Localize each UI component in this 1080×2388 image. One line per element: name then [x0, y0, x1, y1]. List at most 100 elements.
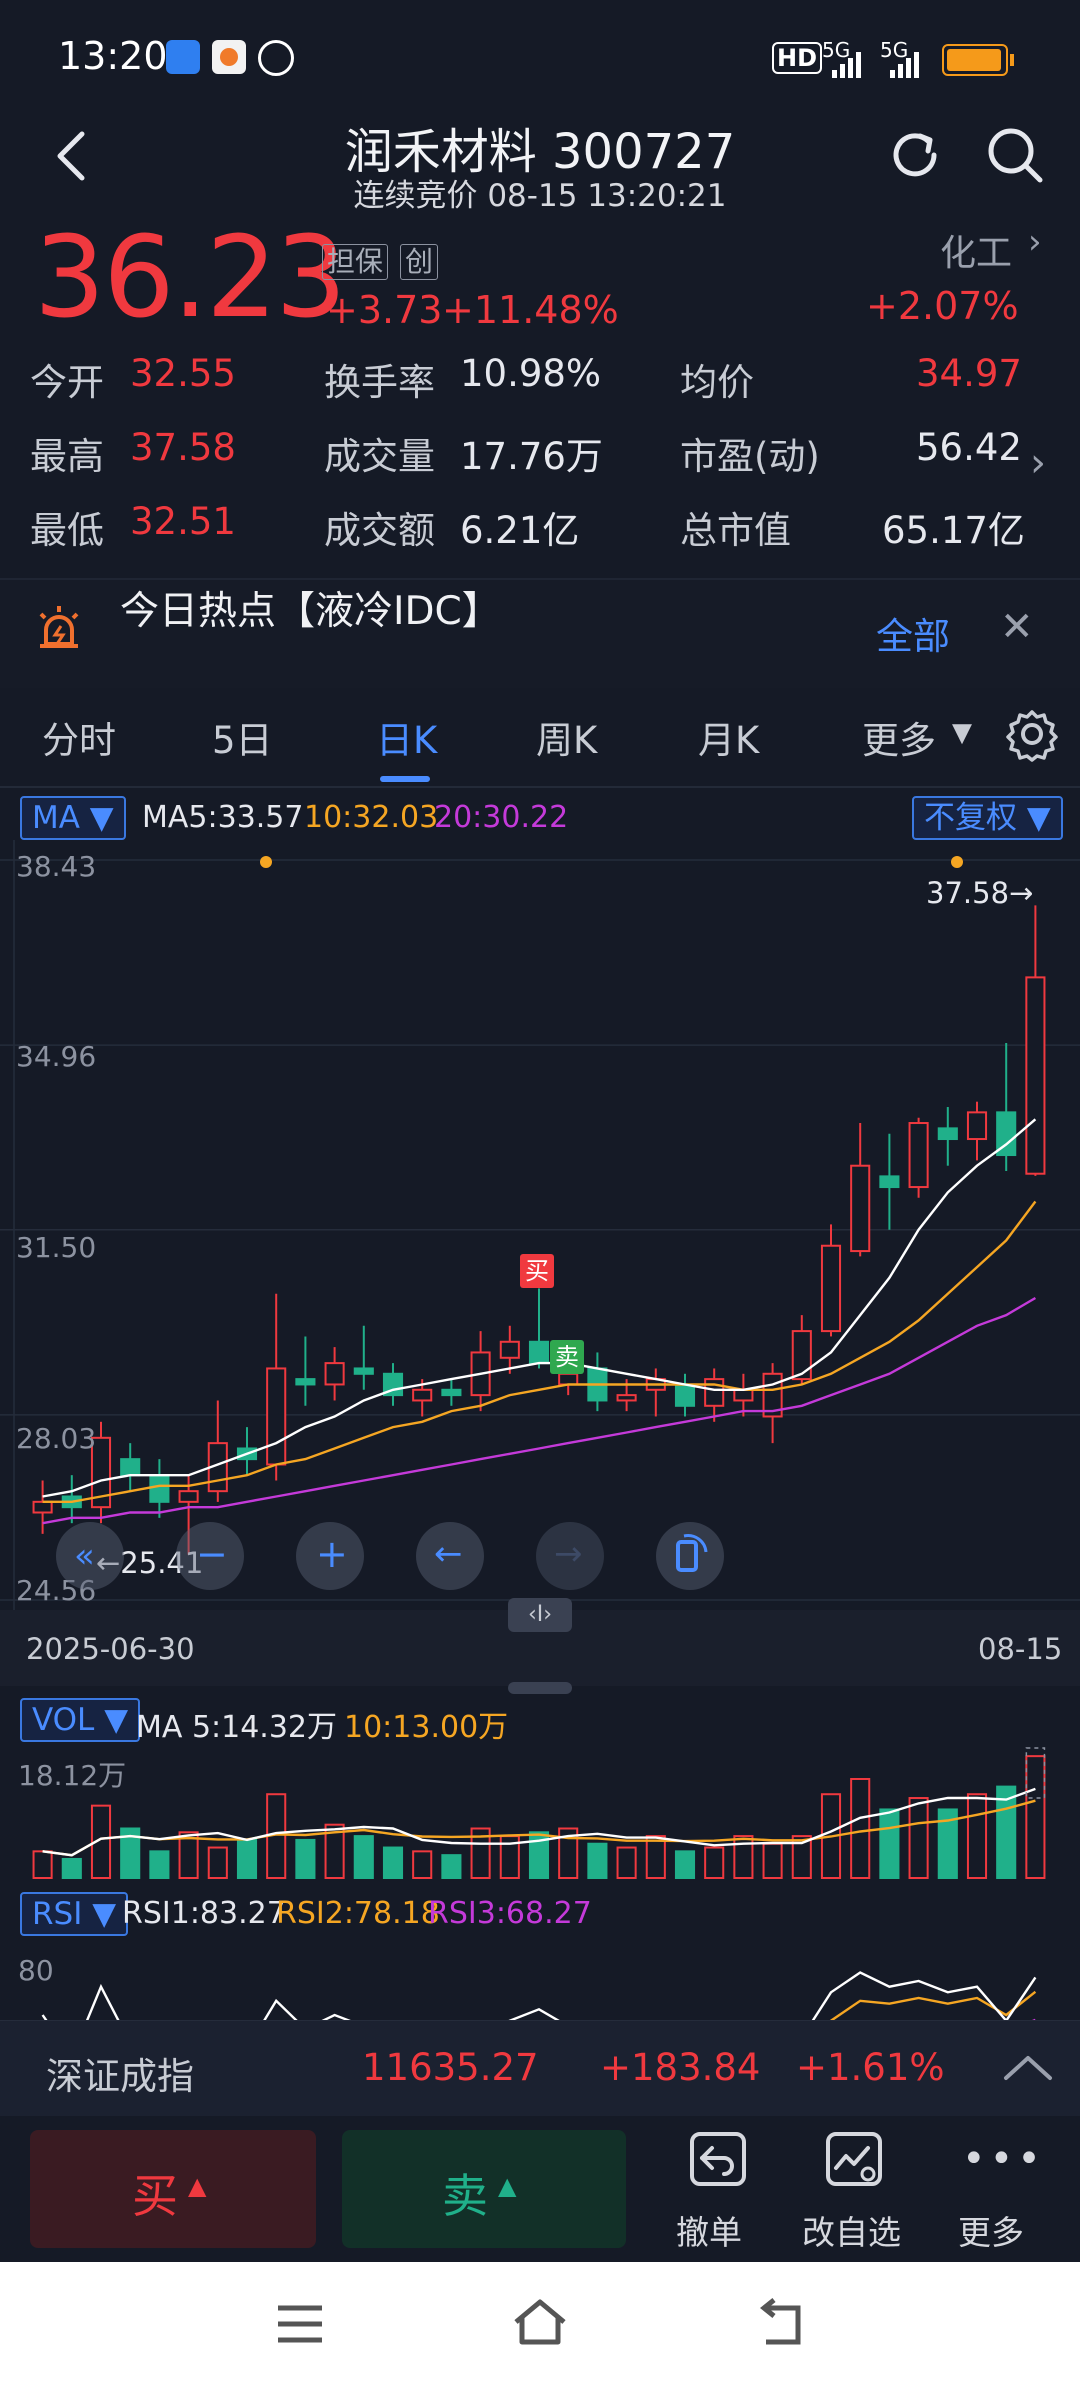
candle-body [178, 1490, 199, 1503]
candle-body [32, 1500, 53, 1514]
y-tick-label: 34.96 [16, 1040, 97, 1073]
tab-weekly-k[interactable]: 周K [536, 710, 597, 764]
tab-minute[interactable]: 分时 [42, 710, 116, 764]
sell-button[interactable]: 卖 ▲ [342, 2130, 626, 2248]
price-change: +3.73 [326, 288, 443, 332]
adjust-selector[interactable]: 不复权 ▼ [912, 796, 1063, 840]
panel-divider-handle[interactable] [508, 1682, 572, 1694]
scroll-left-button[interactable]: ← [416, 1522, 484, 1590]
candle-body [266, 1367, 287, 1466]
hot-topic-all-link[interactable]: 全部 [876, 606, 950, 660]
quote-value: 32.55 [130, 352, 236, 395]
search-button[interactable] [980, 120, 1050, 190]
volume-bar [879, 1808, 900, 1879]
menu-icon[interactable] [272, 2296, 328, 2352]
date-end: 08-15 [978, 1632, 1063, 1666]
rsi1-line [41, 1971, 1037, 2020]
system-navigation-bar [0, 2262, 1080, 2388]
search-icon [988, 128, 1043, 183]
y-tick-label: 31.50 [16, 1231, 97, 1264]
minus-icon: − [196, 1532, 228, 1576]
rsi3-value: RSI3:68.27 [428, 1896, 592, 1931]
volume-bar [295, 1838, 316, 1880]
volume-bar [908, 1797, 929, 1879]
quote-value: 10.98% [460, 352, 602, 395]
chevron-up-icon[interactable] [1000, 2050, 1056, 2086]
rotate-screen-button[interactable] [656, 1522, 724, 1590]
scroll-right-button[interactable]: → [536, 1522, 604, 1590]
volume-bar [616, 1846, 637, 1879]
more-dots-icon: ••• [962, 2136, 1045, 2182]
candle-body [908, 1122, 929, 1189]
buy-label: 买 [132, 2169, 178, 2223]
buy-button[interactable]: 买 ▲ [30, 2130, 316, 2248]
volume-bar [412, 1850, 433, 1879]
volume-chart[interactable] [0, 1740, 1080, 1882]
quote-value: 34.97 [916, 352, 1022, 395]
rsi2-value: RSI2:78.18 [276, 1896, 440, 1931]
ma20-value: 20:30.22 [434, 800, 569, 835]
vol-selector[interactable]: VOL ▼ [20, 1698, 141, 1742]
hot-topic-text[interactable]: 今日热点【液冷IDC】 [120, 580, 501, 636]
candle-body [558, 1372, 579, 1386]
zoom-in-button[interactable]: + [296, 1522, 364, 1590]
price-change-percent: +11.48% [442, 288, 619, 332]
zoom-out-button[interactable]: − [176, 1522, 244, 1590]
close-icon[interactable]: ✕ [1000, 604, 1034, 650]
candle-body [120, 1458, 141, 1477]
candle-body [966, 1111, 988, 1141]
tab-daily-k[interactable]: 日K [376, 710, 437, 764]
candle-body [499, 1340, 520, 1359]
cancel-order-label: 撤单 [676, 2213, 742, 2252]
index-name: 深证成指 [46, 2055, 194, 2098]
index-value: 11635.27 [362, 2046, 539, 2089]
volume-bar [850, 1777, 871, 1879]
plus-icon: + [316, 1532, 348, 1576]
volume-bar [704, 1846, 725, 1879]
quote-label: 成交量 [324, 435, 435, 478]
sector-link[interactable]: 化工 [940, 224, 1012, 276]
back-nav-icon[interactable] [752, 2296, 808, 2352]
tag-chinext: 创 [400, 244, 439, 280]
ma-label: MA [32, 800, 80, 836]
ma-selector[interactable]: MA ▼ [20, 796, 126, 840]
marker-dot [260, 856, 272, 868]
sector-change: +2.07% [866, 284, 1019, 328]
app-notification-icon [166, 40, 200, 74]
edit-watchlist-button[interactable]: 改自选 [796, 2128, 912, 2254]
candle-body [733, 1388, 754, 1402]
chart-resize-handle[interactable]: ‹I› [508, 1598, 572, 1632]
candle-body [1025, 976, 1046, 1175]
index-percent: +1.61% [796, 2046, 945, 2089]
refresh-button[interactable] [880, 120, 950, 190]
tab-5day[interactable]: 5日 [212, 710, 273, 764]
cancel-order-button[interactable]: 撤单 [666, 2128, 770, 2254]
volume-bar [353, 1835, 374, 1879]
home-icon[interactable] [510, 2294, 570, 2350]
tab-monthly-k[interactable]: 月K [698, 710, 759, 764]
settings-gear-icon[interactable] [1004, 706, 1060, 762]
more-button[interactable]: ••• 更多 [940, 2128, 1044, 2254]
quote-value: 6.21亿 [460, 509, 580, 552]
ma10-value: 10:32.03 [304, 800, 439, 835]
kline-chart[interactable] [0, 840, 1080, 1620]
rsi-selector[interactable]: RSI ▼ [20, 1892, 129, 1936]
caret-down-icon: ▼ [952, 718, 972, 748]
scroll-to-start-button[interactable]: « [56, 1522, 124, 1590]
y-tick-label: 28.03 [16, 1422, 97, 1455]
volume-bar [645, 1835, 666, 1879]
volume-bar [149, 1850, 170, 1879]
candle-body [850, 1164, 871, 1253]
tab-more[interactable]: 更多 [862, 710, 936, 764]
volume-bar [587, 1842, 608, 1879]
status-bar: 13:20 HD 5G 5G [0, 0, 1080, 110]
double-chevron-left-icon: « [74, 1536, 95, 1576]
volume-bar [382, 1846, 404, 1879]
ma5-value: MA5:33.57 [142, 800, 304, 835]
arrow-left-icon: ← [434, 1534, 463, 1574]
rsi-chart[interactable] [0, 1940, 1080, 2020]
candle-body [879, 1175, 900, 1189]
rsi2-line [829, 1990, 1037, 2020]
chevron-right-icon[interactable]: › [1030, 440, 1046, 486]
candle-body [353, 1367, 374, 1375]
